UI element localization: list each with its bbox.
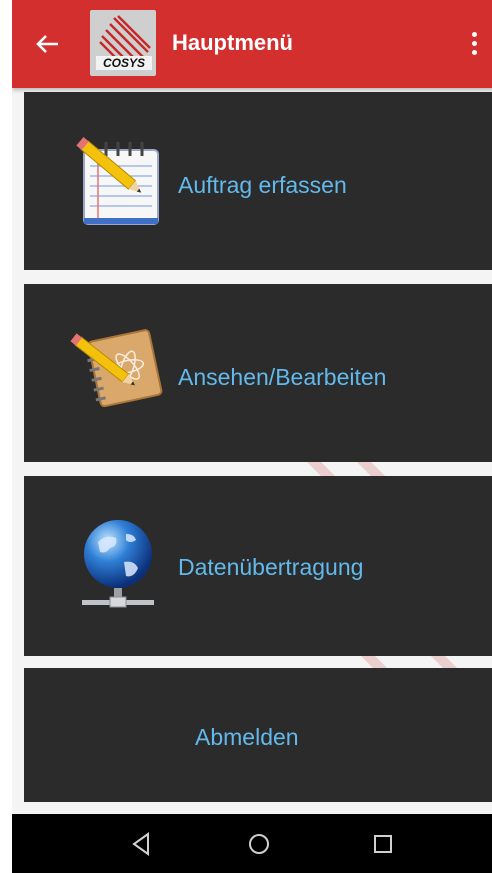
globe-network-icon [76, 518, 160, 623]
notepad-pencil-icon [66, 128, 166, 233]
screen: COSYS Hauptmenü Auftrag erfassen Ansehen… [12, 0, 492, 873]
back-triangle-icon[interactable] [124, 828, 158, 860]
menu-item-label: Abmelden [195, 724, 299, 750]
menu-item-datenuebertragung[interactable]: Datenübertragung [24, 476, 492, 656]
menu-item-ansehen-bearbeiten[interactable]: Ansehen/Bearbeiten [24, 284, 492, 462]
logo-text: COSYS [103, 56, 145, 70]
recents-square-icon[interactable] [366, 828, 400, 860]
menu-item-label: Auftrag erfassen [178, 172, 347, 198]
menu-item-label: Datenübertragung [178, 554, 364, 580]
app-logo: COSYS [90, 10, 156, 76]
home-circle-icon[interactable] [242, 828, 276, 860]
notebook-pencil-icon [66, 324, 166, 419]
menu-item-abmelden[interactable]: Abmelden [24, 668, 492, 802]
menu-item-label: Ansehen/Bearbeiten [178, 364, 387, 390]
more-vert-icon[interactable] [459, 24, 489, 64]
app-bar: COSYS Hauptmenü [12, 0, 492, 88]
arrow-left-icon[interactable] [28, 24, 68, 64]
menu-item-auftrag-erfassen[interactable]: Auftrag erfassen [24, 92, 492, 270]
system-navigation-bar [12, 814, 492, 873]
page-title: Hauptmenü [172, 30, 293, 55]
